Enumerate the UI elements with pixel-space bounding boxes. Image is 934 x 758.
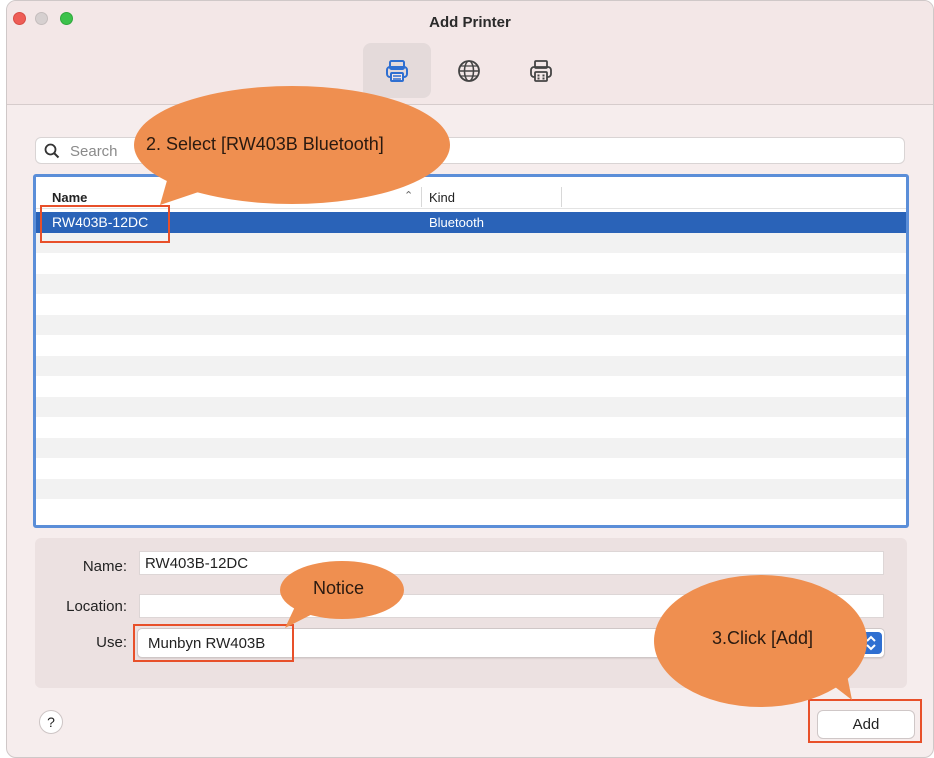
notice-text: Notice [313,578,365,598]
step3-text: 3.Click [Add] [712,628,814,648]
step2-text: 2. Select [RW403B Bluetooth] [146,134,384,154]
